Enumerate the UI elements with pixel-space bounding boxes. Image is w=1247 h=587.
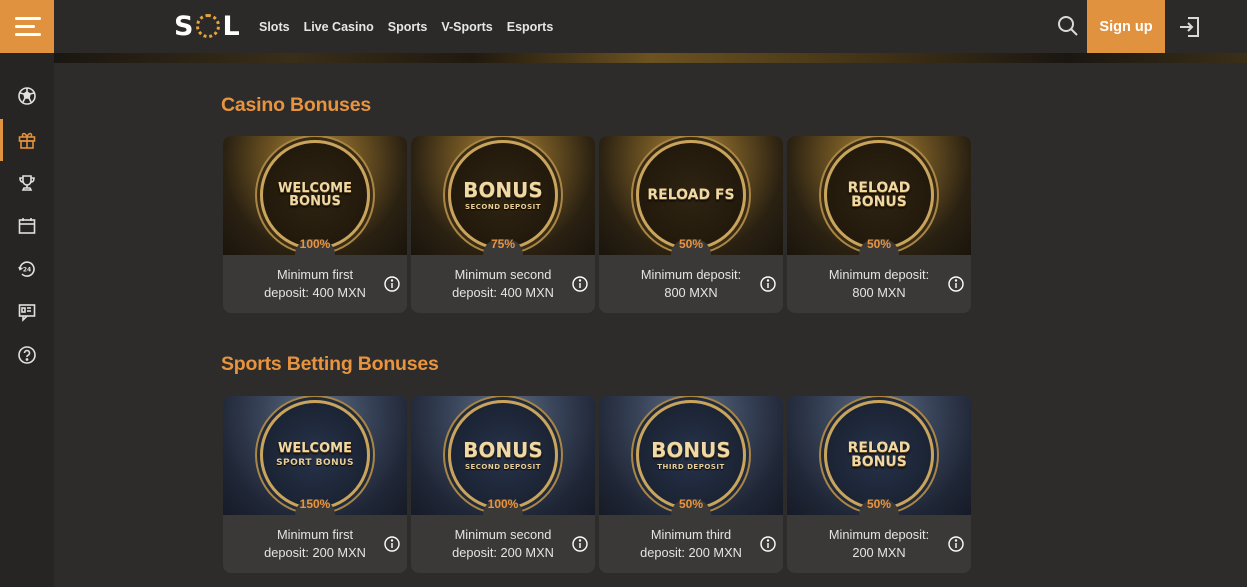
sports-bonuses-title: Sports Betting Bonuses (221, 353, 439, 375)
nav-sports[interactable]: Sports (388, 20, 428, 34)
bonus-art: RELOAD FS 50% (599, 136, 783, 255)
bonus-condition: Minimum deposit: 800 MXN (640, 267, 742, 300)
nav-live-casino[interactable]: Live Casino (304, 20, 374, 34)
bonus-percent: 100% (299, 237, 331, 251)
bonus-percent: 100% (487, 497, 519, 511)
top-bar: SL Slots Live Casino Sports V-Sports Esp… (0, 0, 1247, 53)
info-icon[interactable] (948, 276, 964, 292)
bonus-condition: Minimum first deposit: 400 MXN (264, 267, 366, 300)
chat-icon (18, 304, 36, 322)
nav-esports[interactable]: Esports (507, 20, 554, 34)
bonus-art: BONUS SECOND DEPOSIT 75% (411, 136, 595, 255)
trophy-icon (19, 175, 35, 191)
bonus-card-casino-second[interactable]: BONUS SECOND DEPOSIT 75% Minimum second d… (411, 136, 595, 313)
help-icon (18, 346, 36, 364)
nav-v-sports[interactable]: V-Sports (441, 20, 492, 34)
bonus-card-sport-reload[interactable]: RELOAD BONUS 50% Minimum deposit: 200 MXN (787, 396, 971, 573)
reload-fs-badge-icon: RELOAD FS (636, 140, 746, 250)
sidebar-item-help[interactable] (0, 334, 54, 376)
bonus-card-sport-third[interactable]: BONUS THIRD DEPOSIT 50% Minimum third dep… (599, 396, 783, 573)
bonus-art: RELOAD BONUS 50% (787, 396, 971, 515)
bonus-percent: 50% (866, 237, 892, 251)
bonus-art: WELCOME SPORT BONUS 150% (223, 396, 407, 515)
info-icon[interactable] (760, 276, 776, 292)
sidebar-item-sports[interactable] (0, 75, 54, 117)
sidebar-item-calendar[interactable] (0, 205, 54, 247)
bonus-card-casino-welcome[interactable]: WELCOME BONUS 100% Minimum first deposit:… (223, 136, 407, 313)
bonus-card-sport-second[interactable]: BONUS SECOND DEPOSIT 100% Minimum second… (411, 396, 595, 573)
bonus-art: RELOAD BONUS 50% (787, 136, 971, 255)
bonus-card-casino-reload-fs[interactable]: RELOAD FS 50% Minimum deposit: 800 MXN (599, 136, 783, 313)
bonus-condition: Minimum second deposit: 200 MXN (452, 527, 554, 560)
casino-bonuses-title: Casino Bonuses (221, 94, 371, 116)
bonus-percent: 150% (299, 497, 331, 511)
main-nav: Slots Live Casino Sports V-Sports Esport… (259, 0, 553, 53)
info-icon[interactable] (572, 276, 588, 292)
bonus-percent: 50% (866, 497, 892, 511)
bonus-badge-icon: BONUS THIRD DEPOSIT (636, 400, 746, 510)
bonus-percent: 75% (490, 237, 516, 251)
banner-strip (54, 53, 1247, 63)
svg-text:24: 24 (23, 267, 31, 274)
sidebar-item-support[interactable]: 24 (0, 248, 54, 290)
sidebar-item-tournaments[interactable] (0, 162, 54, 204)
reload-bonus-badge-icon: RELOAD BONUS (824, 140, 934, 250)
bonus-badge-icon: BONUS SECOND DEPOSIT (448, 140, 558, 250)
info-icon[interactable] (384, 276, 400, 292)
bonus-card-casino-reload[interactable]: RELOAD BONUS 50% Minimum deposit: 800 MXN (787, 136, 971, 313)
welcome-sport-bonus-badge-icon: WELCOME SPORT BONUS (260, 400, 370, 510)
reload-bonus-badge-icon: RELOAD BONUS (824, 400, 934, 510)
bonus-condition: Minimum deposit: 800 MXN (828, 267, 930, 300)
info-icon[interactable] (572, 536, 588, 552)
info-icon[interactable] (948, 536, 964, 552)
info-icon[interactable] (760, 536, 776, 552)
bonus-percent: 50% (678, 237, 704, 251)
login-icon[interactable] (1177, 14, 1203, 40)
soccer-ball-icon (18, 87, 36, 105)
signup-button[interactable]: Sign up (1087, 0, 1165, 53)
sidebar-item-bonuses[interactable] (0, 119, 54, 161)
bonus-art: BONUS THIRD DEPOSIT 50% (599, 396, 783, 515)
bonus-condition: Minimum second deposit: 400 MXN (452, 267, 554, 300)
gift-icon (18, 132, 36, 149)
welcome-bonus-badge-icon: WELCOME BONUS (260, 140, 370, 250)
menu-icon[interactable] (0, 0, 54, 53)
bonus-art: BONUS SECOND DEPOSIT 100% (411, 396, 595, 515)
bonus-condition: Minimum third deposit: 200 MXN (640, 527, 742, 560)
bonus-art: WELCOME BONUS 100% (223, 136, 407, 255)
bonus-percent: 50% (678, 497, 704, 511)
info-icon[interactable] (384, 536, 400, 552)
calendar-icon (18, 218, 36, 234)
support-24-icon: 24 (18, 261, 35, 277)
nav-slots[interactable]: Slots (259, 20, 290, 34)
bonus-condition: Minimum first deposit: 200 MXN (264, 527, 366, 560)
bonus-condition: Minimum deposit: 200 MXN (828, 527, 930, 560)
sun-logo-icon (196, 14, 221, 38)
bonus-badge-icon: BONUS SECOND DEPOSIT (448, 400, 558, 510)
search-icon[interactable] (1056, 14, 1080, 38)
sidebar-item-chat[interactable] (0, 291, 54, 333)
sidebar: 24 (0, 53, 54, 587)
bonus-card-sport-welcome[interactable]: WELCOME SPORT BONUS 150% Minimum first de… (223, 396, 407, 573)
logo[interactable]: SL (174, 10, 241, 42)
